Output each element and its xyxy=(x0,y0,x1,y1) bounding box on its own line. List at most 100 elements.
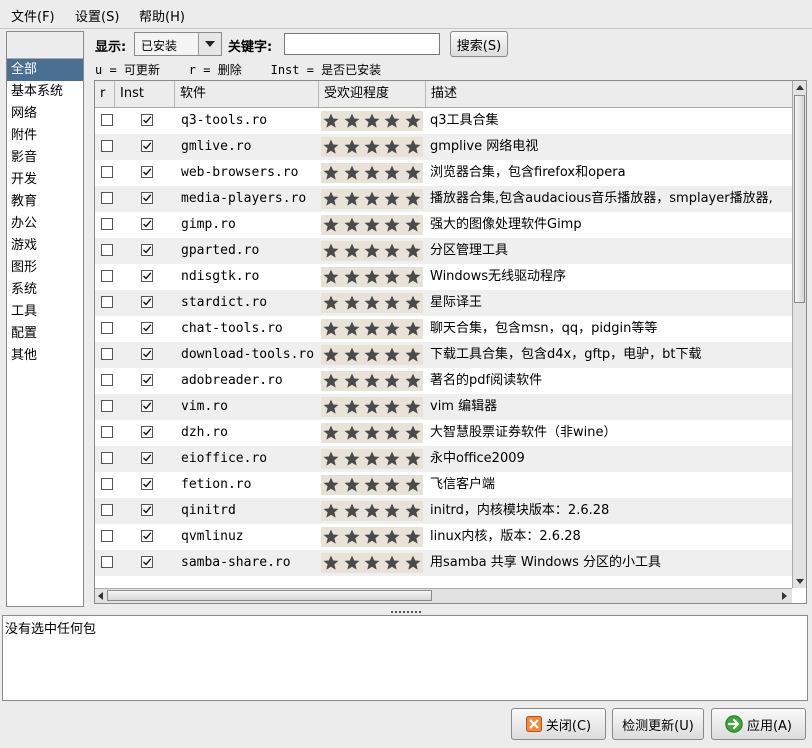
remove-checkbox[interactable] xyxy=(101,140,113,152)
table-row[interactable]: qinitrd initrd，内核模块版本：2.6.28 xyxy=(95,498,792,524)
table-row[interactable]: samba-share.ro 用samba 共享 Windows 分区的小工具 xyxy=(95,550,792,576)
installed-checkbox[interactable] xyxy=(141,140,153,152)
table-row[interactable]: gparted.ro 分区管理工具 xyxy=(95,238,792,264)
star-icon xyxy=(364,373,380,388)
remove-checkbox[interactable] xyxy=(101,244,113,256)
remove-checkbox[interactable] xyxy=(101,374,113,386)
category-item[interactable]: 网络 xyxy=(7,103,83,125)
table-row[interactable]: gimp.ro 强大的图像处理软件Gimp xyxy=(95,212,792,238)
menu-file[interactable]: 文件(F) xyxy=(11,6,55,25)
table-row[interactable]: stardict.ro 星际译王 xyxy=(95,290,792,316)
installed-checkbox[interactable] xyxy=(141,478,153,490)
menu-help[interactable]: 帮助(H) xyxy=(139,6,185,25)
table-row[interactable]: download-tools.ro 下载工具合集，包含d4x，gftp，电驴，bt… xyxy=(95,342,792,368)
installed-checkbox[interactable] xyxy=(141,504,153,516)
star-icon xyxy=(405,269,421,284)
category-item[interactable]: 图形 xyxy=(7,257,83,279)
installed-checkbox[interactable] xyxy=(141,374,153,386)
installed-checkbox[interactable] xyxy=(141,192,153,204)
remove-checkbox[interactable] xyxy=(101,348,113,360)
installed-checkbox[interactable] xyxy=(141,244,153,256)
package-info-pane[interactable]: 没有选中任何包 xyxy=(2,615,808,701)
star-icon xyxy=(344,217,360,232)
table-row[interactable]: media-players.ro 播放器合集,包含audacious音乐播放器，s… xyxy=(95,186,792,212)
column-header-r[interactable]: r xyxy=(95,81,115,107)
remove-checkbox[interactable] xyxy=(101,218,113,230)
category-list-header[interactable] xyxy=(7,32,83,59)
show-filter-select[interactable]: 已安装 xyxy=(134,32,222,56)
scroll-down-icon[interactable] xyxy=(794,575,806,587)
column-header-description[interactable]: 描述 xyxy=(426,81,792,107)
table-row[interactable]: gmlive.ro gmplive 网络电视 xyxy=(95,134,792,160)
category-item[interactable]: 其他 xyxy=(7,345,83,367)
table-row[interactable]: fetion.ro 飞信客户端 xyxy=(95,472,792,498)
scroll-left-icon[interactable] xyxy=(95,590,107,602)
installed-checkbox[interactable] xyxy=(141,452,153,464)
remove-checkbox[interactable] xyxy=(101,478,113,490)
star-icon xyxy=(384,139,400,154)
table-row[interactable]: ndisgtk.ro Windows无线驱动程序 xyxy=(95,264,792,290)
table-row[interactable]: dzh.ro 大智慧股票证券软件（非wine） xyxy=(95,420,792,446)
remove-checkbox[interactable] xyxy=(101,530,113,542)
category-item[interactable]: 教育 xyxy=(7,191,83,213)
installed-checkbox[interactable] xyxy=(141,114,153,126)
table-row[interactable]: adobreader.ro 著名的pdf阅读软件 xyxy=(95,368,792,394)
installed-checkbox[interactable] xyxy=(141,166,153,178)
close-button[interactable]: 关闭(C) xyxy=(511,708,606,740)
remove-checkbox[interactable] xyxy=(101,452,113,464)
column-header-popularity[interactable]: 受欢迎程度 xyxy=(319,81,426,107)
installed-checkbox[interactable] xyxy=(141,296,153,308)
remove-checkbox[interactable] xyxy=(101,270,113,282)
package-table: r Inst 软件 受欢迎程度 描述 q3-tools.ro q3工具合集 gmli… xyxy=(94,80,807,604)
remove-checkbox[interactable] xyxy=(101,426,113,438)
scroll-up-icon[interactable] xyxy=(794,82,806,94)
table-row[interactable]: web-browsers.ro 浏览器合集，包含firefox和opera xyxy=(95,160,792,186)
category-item[interactable]: 全部 xyxy=(7,59,83,81)
chevron-down-icon[interactable] xyxy=(198,33,221,55)
table-row[interactable]: eioffice.ro 永中office2009 xyxy=(95,446,792,472)
table-row[interactable]: qvmlinuz linux内核，版本：2.6.28 xyxy=(95,524,792,550)
category-item[interactable]: 游戏 xyxy=(7,235,83,257)
category-item[interactable]: 配置 xyxy=(7,323,83,345)
category-item[interactable]: 附件 xyxy=(7,125,83,147)
installed-checkbox[interactable] xyxy=(141,400,153,412)
installed-checkbox[interactable] xyxy=(141,426,153,438)
horizontal-scrollbar[interactable] xyxy=(95,588,792,603)
category-item[interactable]: 基本系统 xyxy=(7,81,83,103)
remove-checkbox[interactable] xyxy=(101,296,113,308)
remove-checkbox[interactable] xyxy=(101,166,113,178)
keyword-search-input[interactable] xyxy=(284,33,440,55)
category-item[interactable]: 工具 xyxy=(7,301,83,323)
installed-checkbox[interactable] xyxy=(141,270,153,282)
menu-settings[interactable]: 设置(S) xyxy=(75,6,119,25)
category-item[interactable]: 系统 xyxy=(7,279,83,301)
installed-checkbox[interactable] xyxy=(141,218,153,230)
remove-checkbox[interactable] xyxy=(101,400,113,412)
remove-checkbox[interactable] xyxy=(101,504,113,516)
table-row[interactable]: vim.ro vim 编辑器 xyxy=(95,394,792,420)
search-button[interactable]: 搜索(S) xyxy=(450,31,508,57)
category-item[interactable]: 影音 xyxy=(7,147,83,169)
remove-checkbox[interactable] xyxy=(101,322,113,334)
remove-checkbox[interactable] xyxy=(101,114,113,126)
remove-checkbox[interactable] xyxy=(101,192,113,204)
apply-button-label: 应用(A) xyxy=(746,718,793,734)
apply-button[interactable]: 应用(A) xyxy=(711,708,806,740)
table-row[interactable]: q3-tools.ro q3工具合集 xyxy=(95,108,792,134)
installed-checkbox[interactable] xyxy=(141,556,153,568)
category-item[interactable]: 办公 xyxy=(7,213,83,235)
column-header-inst[interactable]: Inst xyxy=(115,81,175,107)
installed-checkbox[interactable] xyxy=(141,322,153,334)
column-header-software[interactable]: 软件 xyxy=(175,81,319,107)
category-item[interactable]: 开发 xyxy=(7,169,83,191)
remove-checkbox[interactable] xyxy=(101,556,113,568)
scroll-right-icon[interactable] xyxy=(778,590,790,602)
star-icon xyxy=(384,347,400,362)
installed-checkbox[interactable] xyxy=(141,530,153,542)
vertical-scroll-thumb[interactable] xyxy=(794,95,805,303)
horizontal-scroll-thumb[interactable] xyxy=(107,590,432,601)
table-row[interactable]: chat-tools.ro 聊天合集，包含msn，qq，pidgin等等 xyxy=(95,316,792,342)
installed-checkbox[interactable] xyxy=(141,348,153,360)
vertical-scrollbar[interactable] xyxy=(792,81,806,588)
check-update-button[interactable]: 检测更新(U) xyxy=(612,708,704,740)
